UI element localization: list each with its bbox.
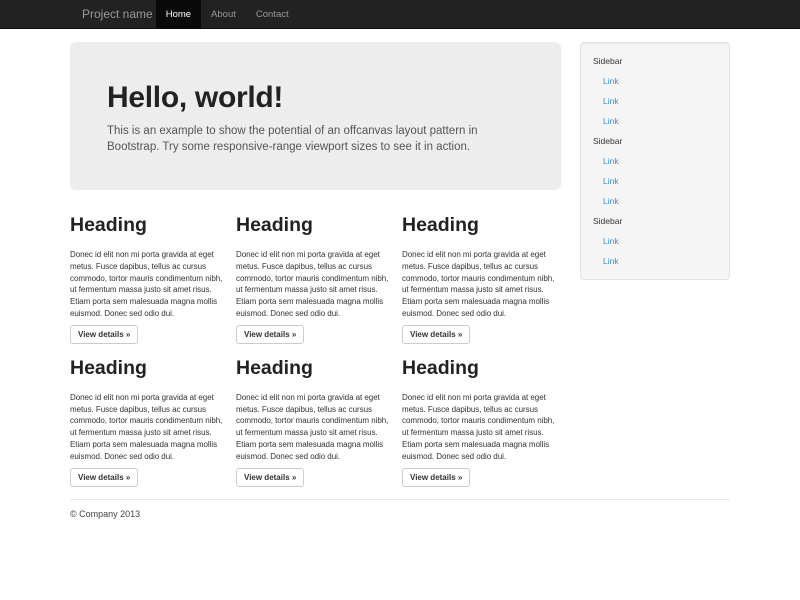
content-column: Hello, world! This is an example to show…	[70, 42, 561, 487]
view-details-button[interactable]: View details »	[402, 325, 470, 344]
nav-item-home: Home	[156, 0, 201, 28]
page-footer: © Company 2013	[70, 499, 730, 519]
card-body: Donec id elit non mi porta gravida at eg…	[70, 392, 228, 463]
view-details-button[interactable]: View details »	[402, 468, 470, 487]
main-container: Hello, world! This is an example to show…	[70, 29, 730, 519]
main-row: Hello, world! This is an example to show…	[70, 29, 730, 487]
sidebar-link[interactable]: Link	[581, 231, 729, 251]
cards-grid: Heading Donec id elit non mi porta gravi…	[70, 215, 561, 487]
card-2: Heading Donec id elit non mi porta gravi…	[236, 215, 394, 344]
sidebar-link[interactable]: Link	[581, 71, 729, 91]
card-heading: Heading	[236, 215, 394, 236]
card-body: Donec id elit non mi porta gravida at eg…	[402, 249, 560, 320]
card-5: Heading Donec id elit non mi porta gravi…	[236, 358, 394, 487]
sidebar: Sidebar Link Link Link Sidebar Link Link…	[580, 42, 730, 280]
card-heading: Heading	[402, 358, 560, 379]
card-body: Donec id elit non mi porta gravida at eg…	[70, 249, 228, 320]
card-body: Donec id elit non mi porta gravida at eg…	[236, 249, 394, 320]
card-3: Heading Donec id elit non mi porta gravi…	[402, 215, 560, 344]
navbar-brand[interactable]: Project name	[70, 0, 156, 28]
card-6: Heading Donec id elit non mi porta gravi…	[402, 358, 560, 487]
jumbotron-title: Hello, world!	[107, 81, 524, 114]
navbar-container: Project name Home About Contact	[70, 0, 730, 28]
sidebar-heading-3: Sidebar	[581, 211, 729, 231]
card-1: Heading Donec id elit non mi porta gravi…	[70, 215, 228, 344]
page: Project name Home About Contact Hello, w…	[0, 0, 800, 600]
jumbotron-description: This is an example to show the potential…	[107, 123, 524, 155]
sidebar-link[interactable]: Link	[581, 171, 729, 191]
card-heading: Heading	[70, 358, 228, 379]
sidebar-link[interactable]: Link	[581, 111, 729, 131]
card-4: Heading Donec id elit non mi porta gravi…	[70, 358, 228, 487]
copyright-text: © Company 2013	[70, 509, 730, 519]
sidebar-heading-1: Sidebar	[581, 51, 729, 71]
navbar-menu: Home About Contact	[156, 0, 299, 28]
sidebar-link[interactable]: Link	[581, 191, 729, 211]
view-details-button[interactable]: View details »	[70, 468, 138, 487]
view-details-button[interactable]: View details »	[236, 325, 304, 344]
nav-link-about[interactable]: About	[201, 0, 246, 29]
card-heading: Heading	[402, 215, 560, 236]
view-details-button[interactable]: View details »	[70, 325, 138, 344]
sidebar-link[interactable]: Link	[581, 251, 729, 271]
view-details-button[interactable]: View details »	[236, 468, 304, 487]
sidebar-link[interactable]: Link	[581, 91, 729, 111]
sidebar-well: Sidebar Link Link Link Sidebar Link Link…	[580, 42, 730, 280]
card-heading: Heading	[70, 215, 228, 236]
nav-link-home[interactable]: Home	[156, 0, 201, 29]
card-body: Donec id elit non mi porta gravida at eg…	[236, 392, 394, 463]
card-heading: Heading	[236, 358, 394, 379]
sidebar-link[interactable]: Link	[581, 151, 729, 171]
card-body: Donec id elit non mi porta gravida at eg…	[402, 392, 560, 463]
jumbotron: Hello, world! This is an example to show…	[70, 42, 561, 190]
nav-item-about: About	[201, 0, 246, 28]
nav-link-contact[interactable]: Contact	[246, 0, 299, 29]
nav-item-contact: Contact	[246, 0, 299, 28]
top-navbar: Project name Home About Contact	[0, 0, 800, 29]
sidebar-heading-2: Sidebar	[581, 131, 729, 151]
